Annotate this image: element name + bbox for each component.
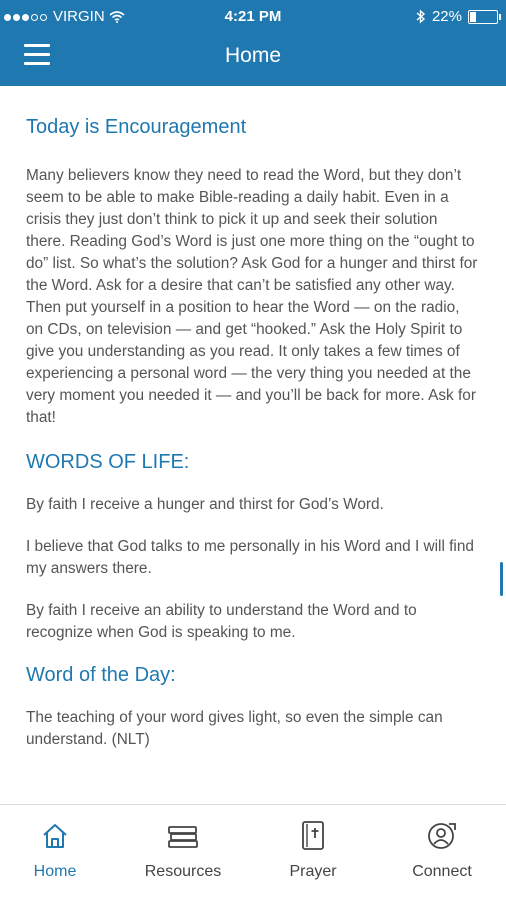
word-of-day-text: The teaching of your word gives light, s… <box>26 709 443 748</box>
scrollbar[interactable] <box>500 562 503 596</box>
tab-prayer-label: Prayer <box>289 863 337 880</box>
page-title: Home <box>224 44 282 67</box>
tab-bar: Home Resources Prayer Connect <box>0 804 506 901</box>
words-of-life-item: I believe that God talks to me personall… <box>26 538 474 577</box>
bluetooth-icon <box>416 9 426 24</box>
word-of-day-heading: Word of the Day: <box>26 664 176 686</box>
tab-home[interactable]: Home <box>0 819 115 881</box>
app-header: VIRGIN 4:21 PM 22% Home <box>0 0 506 86</box>
tab-resources[interactable]: Resources <box>123 819 243 881</box>
battery-icon <box>468 9 501 24</box>
status-bar: VIRGIN 4:21 PM 22% <box>0 0 506 32</box>
home-icon <box>43 824 67 848</box>
tab-connect-label: Connect <box>412 863 472 880</box>
words-of-life-heading: WORDS OF LIFE: <box>26 451 190 473</box>
tab-connect[interactable]: Connect <box>382 819 502 881</box>
books-icon <box>168 826 198 848</box>
bible-icon <box>302 821 324 850</box>
devotion-title: Today is Encouragement <box>26 116 247 138</box>
connect-icon <box>428 823 456 849</box>
tab-home-label: Home <box>33 863 77 880</box>
devotion-body: Many believers know they need to read th… <box>26 167 478 426</box>
main-content[interactable]: Today is Encouragement Many believers kn… <box>0 86 506 804</box>
tab-prayer[interactable]: Prayer <box>253 819 373 881</box>
battery-percent: 22% <box>431 8 462 25</box>
tab-resources-label: Resources <box>144 863 222 880</box>
words-of-life-item: By faith I receive an ability to underst… <box>26 602 417 641</box>
words-of-life-item: By faith I receive a hunger and thirst f… <box>26 496 384 513</box>
